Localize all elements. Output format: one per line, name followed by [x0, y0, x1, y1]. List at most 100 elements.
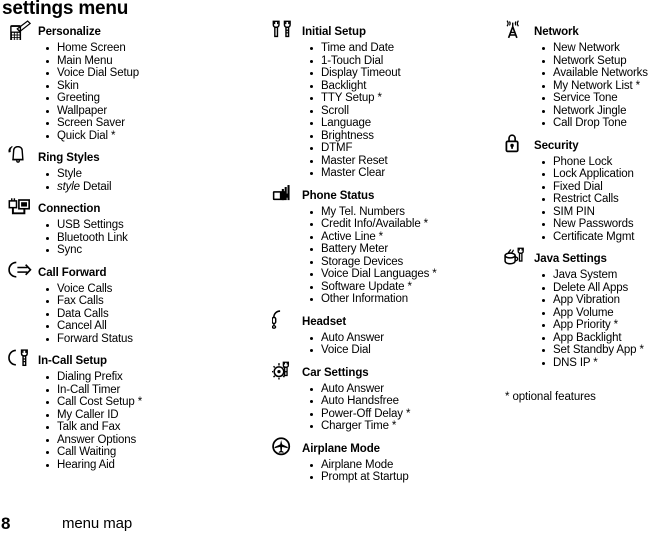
menu-group-header: Java Settings [504, 247, 672, 269]
java-settings-icon [504, 247, 530, 269]
menu-item[interactable]: Style [38, 168, 268, 181]
menu-item[interactable]: My Network List * [534, 80, 672, 93]
menu-item[interactable]: style Detail [38, 181, 268, 194]
menu-group-title: Security [534, 139, 579, 152]
menu-group: In-Call Setup Dialing Prefix In-Call Timer… [8, 349, 268, 472]
menu-group-header: Initial Setup [272, 20, 504, 42]
menu-item[interactable]: Hearing Aid [38, 459, 268, 472]
menu-item[interactable]: Wallpaper [38, 105, 268, 118]
menu-item[interactable]: My Tel. Numbers [302, 206, 504, 219]
menu-item[interactable]: Lock Application [534, 168, 672, 181]
menu-group: Network New Network Network Setup Available… [504, 20, 672, 130]
menu-item[interactable]: Talk and Fax [38, 421, 268, 434]
menu-group-title: Phone Status [302, 189, 375, 202]
menu-group: Java Settings Java System Delete All Apps A… [504, 247, 672, 369]
menu-item[interactable]: Auto Answer [302, 332, 504, 345]
ringing-bell-icon [8, 146, 34, 168]
menu-item[interactable]: DNS IP * [534, 357, 672, 370]
menu-group: Phone Status My Tel. Numbers Credit Info/A… [272, 184, 504, 306]
menu-item[interactable]: Master Reset [302, 155, 504, 168]
menu-item[interactable]: Restrict Calls [534, 193, 672, 206]
menu-item[interactable]: Software Update * [302, 281, 504, 294]
menu-item[interactable]: Quick Dial * [38, 130, 268, 143]
menu-item[interactable]: Call Drop Tone [534, 117, 672, 130]
menu-column-2: Initial Setup Time and Date 1-Touch Dial Di… [272, 20, 504, 494]
menu-item[interactable]: DTMF [302, 142, 504, 155]
page-footer: 8 menu map [0, 512, 672, 540]
menu-item[interactable]: App Backlight [534, 332, 672, 345]
menu-item[interactable]: Cancel All [38, 320, 268, 333]
menu-item[interactable]: 1-Touch Dial [302, 55, 504, 68]
in-call-wrench-icon [8, 349, 34, 371]
menu-item[interactable]: Delete All Apps [534, 282, 672, 295]
menu-item[interactable]: In-Call Timer [38, 384, 268, 397]
menu-item[interactable]: Language [302, 117, 504, 130]
menu-item[interactable]: Home Screen [38, 42, 268, 55]
menu-item[interactable]: TTY Setup * [302, 92, 504, 105]
menu-item[interactable]: Service Tone [534, 92, 672, 105]
menu-item[interactable]: Auto Answer [302, 383, 504, 396]
menu-item[interactable]: App Vibration [534, 294, 672, 307]
menu-item[interactable]: Scroll [302, 105, 504, 118]
menu-item[interactable]: Charger Time * [302, 420, 504, 433]
menu-item[interactable]: Master Clear [302, 167, 504, 180]
menu-item[interactable]: Voice Calls [38, 283, 268, 296]
menu-group-title: Java Settings [534, 253, 607, 265]
menu-item[interactable]: Brightness [302, 130, 504, 143]
menu-item[interactable]: Network Jingle [534, 105, 672, 118]
menu-item-list: Java System Delete All Apps App Vibration A… [534, 269, 672, 369]
menu-item[interactable]: Sync [38, 244, 268, 257]
menu-item[interactable]: Time and Date [302, 42, 504, 55]
menu-item[interactable]: Voice Dial Setup [38, 67, 268, 80]
menu-item[interactable]: Set Standby App * [534, 344, 672, 357]
menu-item-list: Airplane Mode Prompt at Startup [302, 459, 504, 484]
menu-item[interactable]: Data Calls [38, 308, 268, 321]
menu-item[interactable]: Backlight [302, 80, 504, 93]
menu-item-list: Home Screen Main Menu Voice Dial Setup Skin… [38, 42, 268, 142]
menu-item[interactable]: Java System [534, 269, 672, 282]
menu-item[interactable]: Certificate Mgmt [534, 231, 672, 244]
menu-item[interactable]: Fax Calls [38, 295, 268, 308]
menu-item[interactable]: Voice Dial Languages * [302, 268, 504, 281]
menu-item[interactable]: Available Networks [534, 67, 672, 80]
menu-item[interactable]: Credit Info/Available * [302, 218, 504, 231]
menu-item[interactable]: Forward Status [38, 333, 268, 346]
menu-item[interactable]: Answer Options [38, 434, 268, 447]
menu-item[interactable]: Display Timeout [302, 67, 504, 80]
menu-item[interactable]: My Caller ID [38, 409, 268, 422]
menu-item[interactable]: Fixed Dial [534, 181, 672, 194]
menu-item[interactable]: New Network [534, 42, 672, 55]
menu-group-title: Call Forward [38, 266, 107, 279]
menu-item[interactable]: Phone Lock [534, 156, 672, 169]
menu-group: Car Settings Auto Answer Auto Handsfree Pow… [272, 361, 504, 433]
menu-item[interactable]: New Passwords [534, 218, 672, 231]
network-tower-icon [504, 20, 530, 42]
menu-item[interactable]: Bluetooth Link [38, 232, 268, 245]
menu-item[interactable]: Greeting [38, 92, 268, 105]
menu-item[interactable]: USB Settings [38, 219, 268, 232]
menu-item[interactable]: Storage Devices [302, 256, 504, 269]
menu-item[interactable]: Skin [38, 80, 268, 93]
menu-item[interactable]: App Priority * [534, 319, 672, 332]
initial-setup-wrench-icon [272, 20, 298, 42]
menu-item[interactable]: Active Line * [302, 231, 504, 244]
menu-item[interactable]: Dialing Prefix [38, 371, 268, 384]
menu-group-header: Network [504, 20, 672, 42]
menu-item[interactable]: Screen Saver [38, 117, 268, 130]
menu-item[interactable]: Main Menu [38, 55, 268, 68]
menu-item[interactable]: Prompt at Startup [302, 471, 504, 484]
menu-item[interactable]: Airplane Mode [302, 459, 504, 472]
menu-item[interactable]: Battery Meter [302, 243, 504, 256]
menu-item[interactable]: Call Waiting [38, 446, 268, 459]
menu-item[interactable]: Call Cost Setup * [38, 396, 268, 409]
menu-item[interactable]: Voice Dial [302, 344, 504, 357]
menu-item[interactable]: Auto Handsfree [302, 395, 504, 408]
menu-group-title: In-Call Setup [38, 355, 107, 367]
menu-item[interactable]: Power-Off Delay * [302, 408, 504, 421]
menu-group-title: Connection [38, 203, 101, 215]
airplane-mode-icon [272, 436, 298, 459]
menu-item[interactable]: App Volume [534, 307, 672, 320]
menu-item[interactable]: Other Information [302, 293, 504, 306]
menu-item[interactable]: Network Setup [534, 55, 672, 68]
menu-item[interactable]: SIM PIN [534, 206, 672, 219]
